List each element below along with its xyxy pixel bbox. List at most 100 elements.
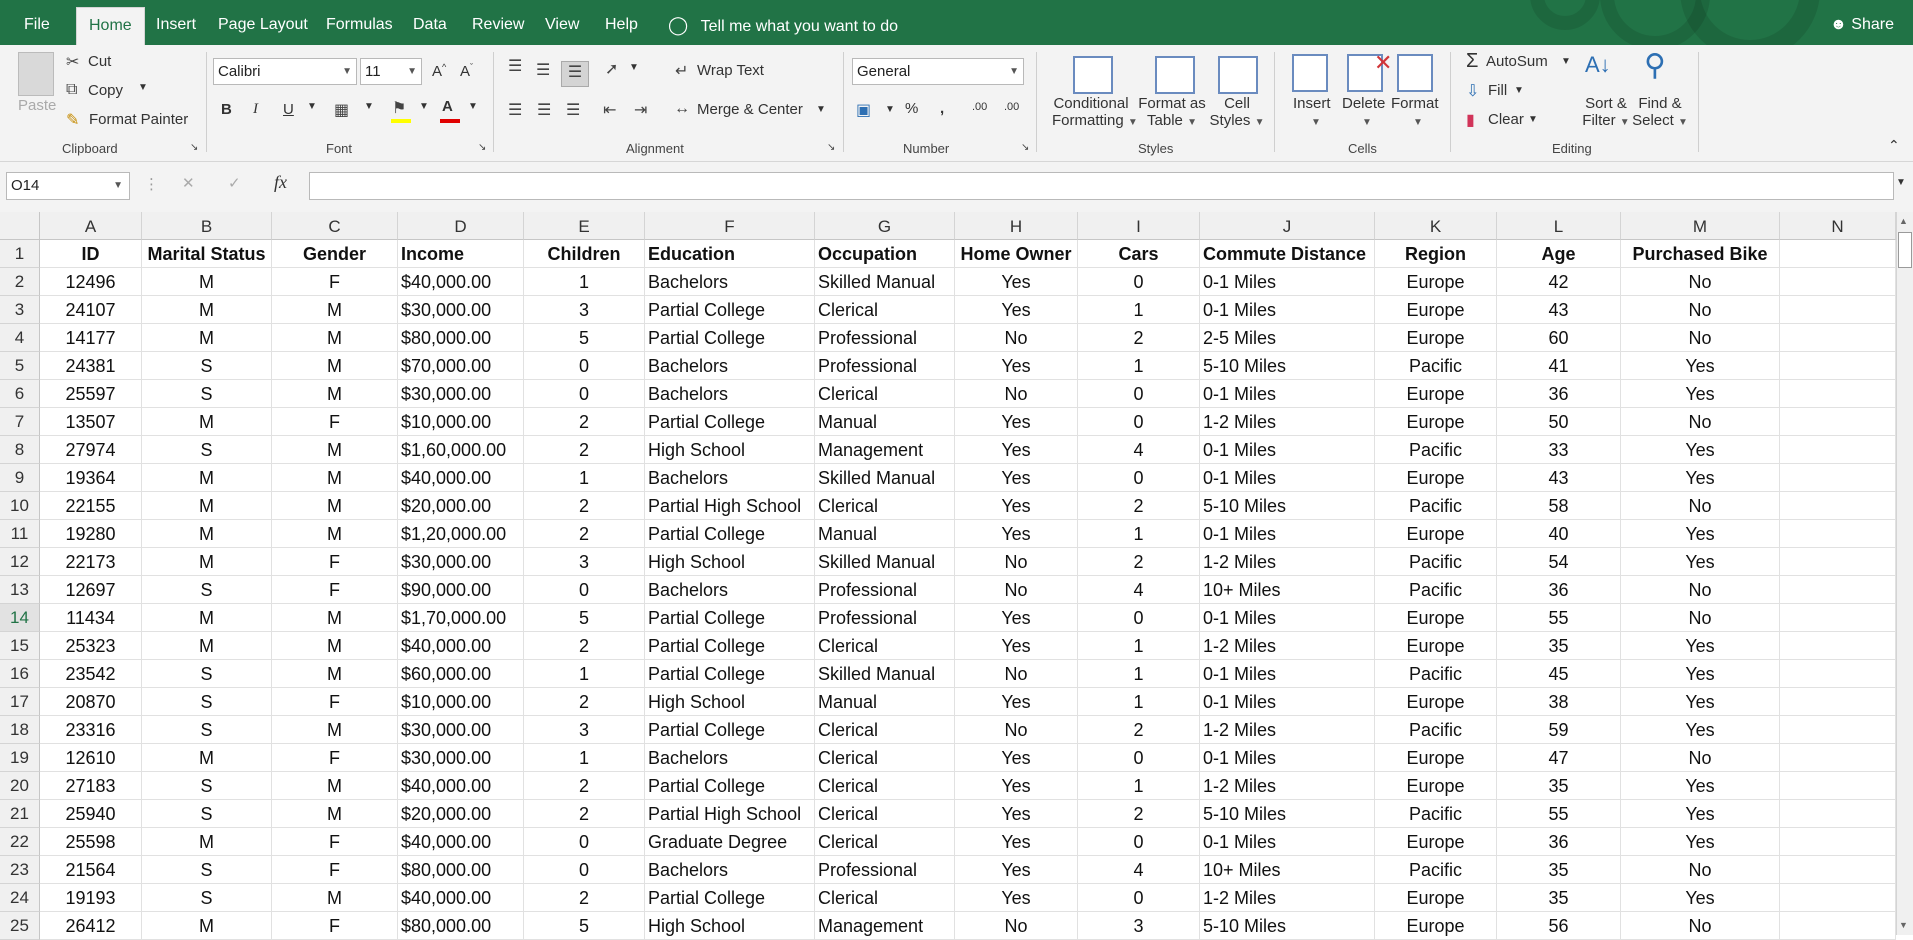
number-format-select[interactable]: General ▼ bbox=[852, 58, 1024, 85]
column-header-d[interactable]: D bbox=[398, 212, 524, 240]
tab-file[interactable]: File bbox=[24, 0, 50, 45]
font-launcher-icon[interactable]: ↘ bbox=[478, 142, 486, 153]
cell[interactable]: 2 bbox=[524, 436, 645, 464]
cell[interactable]: S bbox=[142, 688, 272, 716]
cell[interactable]: Pacific bbox=[1375, 352, 1497, 380]
increase-font-size-button[interactable]: A^ bbox=[432, 62, 446, 80]
cell[interactable]: S bbox=[142, 856, 272, 884]
cell[interactable]: 33 bbox=[1497, 436, 1621, 464]
cell[interactable]: Bachelors bbox=[645, 744, 815, 772]
cell[interactable]: 2 bbox=[1078, 492, 1200, 520]
cell[interactable]: Yes bbox=[955, 520, 1078, 548]
cell[interactable]: No bbox=[1621, 296, 1780, 324]
cell[interactable]: 0-1 Miles bbox=[1200, 604, 1375, 632]
cell[interactable]: 5 bbox=[524, 604, 645, 632]
cell[interactable]: M bbox=[272, 352, 398, 380]
vertical-scrollbar[interactable]: ▲ ▼ bbox=[1896, 212, 1913, 935]
cell[interactable] bbox=[1780, 660, 1896, 688]
cell[interactable]: F bbox=[272, 744, 398, 772]
cell[interactable]: $30,000.00 bbox=[398, 296, 524, 324]
cell[interactable]: Bachelors bbox=[645, 352, 815, 380]
cell[interactable]: Partial College bbox=[645, 604, 815, 632]
cell[interactable]: 2 bbox=[1078, 324, 1200, 352]
cell[interactable]: $20,000.00 bbox=[398, 800, 524, 828]
cell[interactable]: Yes bbox=[1621, 436, 1780, 464]
column-header-i[interactable]: I bbox=[1078, 212, 1200, 240]
cell[interactable]: No bbox=[955, 912, 1078, 940]
cell[interactable]: Clerical bbox=[815, 744, 955, 772]
cell[interactable]: 19280 bbox=[40, 520, 142, 548]
cell[interactable]: High School bbox=[645, 548, 815, 576]
cell[interactable]: Yes bbox=[955, 632, 1078, 660]
cell[interactable] bbox=[1780, 604, 1896, 632]
cell[interactable]: M bbox=[272, 324, 398, 352]
row-header[interactable]: 8 bbox=[0, 436, 40, 464]
font-color-icon[interactable]: A bbox=[442, 98, 453, 115]
cell[interactable] bbox=[1780, 492, 1896, 520]
cell[interactable]: M bbox=[142, 744, 272, 772]
cell[interactable] bbox=[1780, 408, 1896, 436]
cell[interactable]: 3 bbox=[1078, 912, 1200, 940]
cell[interactable]: 5-10 Miles bbox=[1200, 492, 1375, 520]
number-launcher-icon[interactable]: ↘ bbox=[1021, 142, 1029, 153]
cell[interactable]: Yes bbox=[955, 492, 1078, 520]
cell[interactable]: S bbox=[142, 884, 272, 912]
align-left-icon[interactable]: ☰ bbox=[508, 100, 522, 120]
cell[interactable]: S bbox=[142, 436, 272, 464]
cell[interactable]: M bbox=[272, 632, 398, 660]
cell[interactable]: 4 bbox=[1078, 576, 1200, 604]
percent-style-button[interactable]: % bbox=[905, 100, 918, 117]
format-cells-button[interactable]: Format ▼ bbox=[1391, 95, 1439, 129]
cell[interactable] bbox=[1780, 912, 1896, 940]
cell[interactable]: M bbox=[272, 604, 398, 632]
cell[interactable]: Pacific bbox=[1375, 576, 1497, 604]
cell[interactable]: Yes bbox=[955, 800, 1078, 828]
italic-button[interactable]: I bbox=[253, 101, 258, 118]
sort-filter-button[interactable]: Sort & Filter ▼ bbox=[1582, 95, 1630, 129]
cell[interactable] bbox=[1780, 436, 1896, 464]
cell[interactable]: No bbox=[1621, 408, 1780, 436]
cell[interactable]: Cars bbox=[1078, 240, 1200, 268]
cell[interactable]: 2 bbox=[524, 520, 645, 548]
cell[interactable]: Clerical bbox=[815, 800, 955, 828]
cell[interactable]: 1-2 Miles bbox=[1200, 884, 1375, 912]
cell[interactable]: 22155 bbox=[40, 492, 142, 520]
cell[interactable] bbox=[1780, 324, 1896, 352]
column-header-g[interactable]: G bbox=[815, 212, 955, 240]
cell[interactable]: Commute Distance bbox=[1200, 240, 1375, 268]
cell[interactable]: Europe bbox=[1375, 912, 1497, 940]
cancel-icon[interactable]: ✕ bbox=[182, 174, 195, 192]
cell[interactable]: S bbox=[142, 352, 272, 380]
cell[interactable]: Yes bbox=[955, 268, 1078, 296]
cell[interactable]: Yes bbox=[955, 856, 1078, 884]
cell[interactable]: Europe bbox=[1375, 688, 1497, 716]
cell[interactable]: Gender bbox=[272, 240, 398, 268]
cell[interactable]: M bbox=[142, 296, 272, 324]
cell[interactable]: 2 bbox=[1078, 800, 1200, 828]
cell[interactable]: $80,000.00 bbox=[398, 324, 524, 352]
cell[interactable]: M bbox=[142, 408, 272, 436]
cell[interactable]: Management bbox=[815, 912, 955, 940]
cell[interactable]: 0-1 Miles bbox=[1200, 688, 1375, 716]
cell[interactable]: Yes bbox=[1621, 772, 1780, 800]
cell[interactable]: 0 bbox=[1078, 828, 1200, 856]
cell[interactable] bbox=[1780, 464, 1896, 492]
cell[interactable]: 13507 bbox=[40, 408, 142, 436]
cell[interactable]: M bbox=[272, 492, 398, 520]
cell[interactable]: 0-1 Miles bbox=[1200, 464, 1375, 492]
cell[interactable]: 1 bbox=[1078, 352, 1200, 380]
cell[interactable]: 0-1 Miles bbox=[1200, 744, 1375, 772]
cell[interactable]: Partial College bbox=[645, 660, 815, 688]
cell[interactable]: M bbox=[142, 828, 272, 856]
find-select-button[interactable]: Find & Select ▼ bbox=[1632, 95, 1688, 129]
cell[interactable]: Europe bbox=[1375, 604, 1497, 632]
cell[interactable]: 60 bbox=[1497, 324, 1621, 352]
cell[interactable]: 1 bbox=[524, 744, 645, 772]
cell[interactable]: 0 bbox=[1078, 884, 1200, 912]
clear-button[interactable]: Clear bbox=[1488, 111, 1524, 128]
tell-me-search[interactable]: ◯ Tell me what you want to do bbox=[668, 0, 898, 45]
cell[interactable]: 3 bbox=[524, 548, 645, 576]
cell[interactable]: F bbox=[272, 688, 398, 716]
cell[interactable]: 38 bbox=[1497, 688, 1621, 716]
cell[interactable]: M bbox=[142, 464, 272, 492]
